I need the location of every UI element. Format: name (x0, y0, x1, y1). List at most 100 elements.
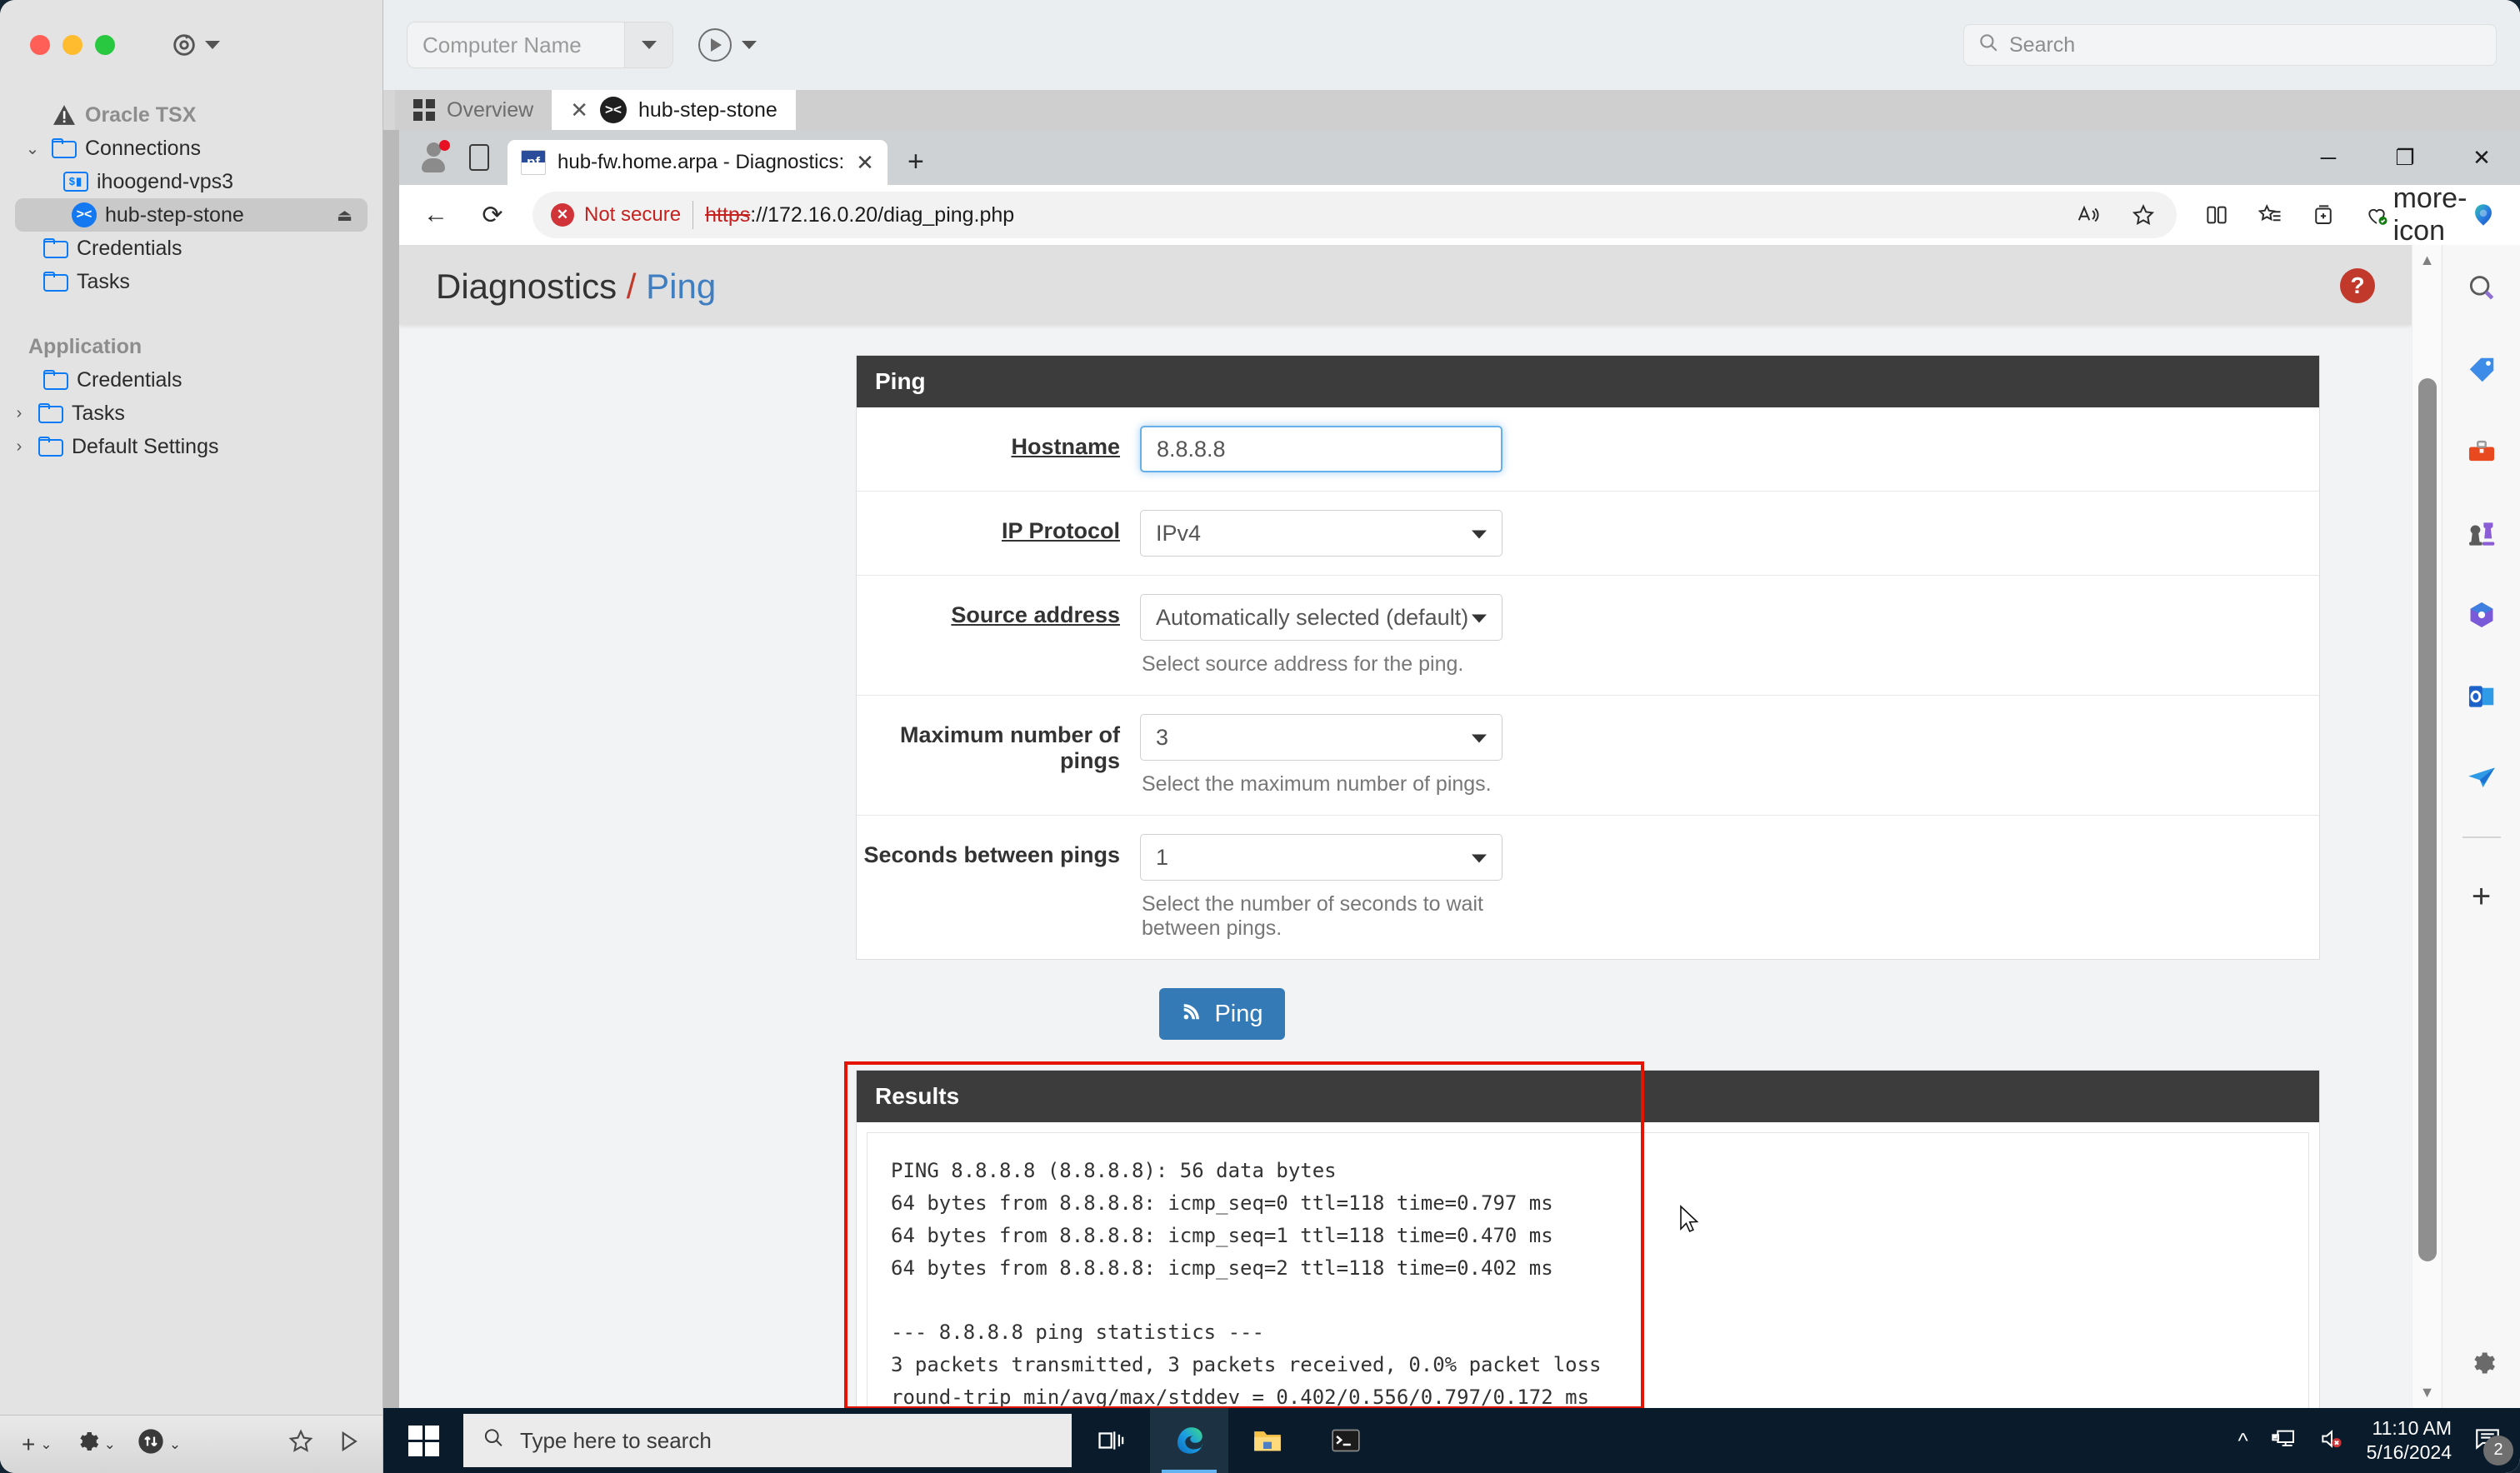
seconds-between-select[interactable]: 1 (1140, 834, 1502, 881)
chevron-down-icon[interactable]: ⌄ (22, 138, 43, 159)
clock-date: 5/16/2024 (2367, 1441, 2452, 1465)
favorites-list-icon[interactable] (2245, 190, 2295, 240)
chevron-right-icon[interactable]: › (8, 437, 30, 457)
taskbar-terminal-button[interactable] (1307, 1408, 1385, 1473)
profile-area[interactable] (408, 130, 508, 185)
page-scrollbar[interactable]: ▲ ▼ (2412, 245, 2442, 1408)
sidebar-item-application-credentials[interactable]: Credentials (0, 363, 382, 397)
favorite-button[interactable] (288, 1428, 314, 1461)
quick-connect-button[interactable] (698, 28, 757, 62)
network-icon[interactable] (2270, 1426, 2297, 1456)
send-icon[interactable] (2458, 755, 2505, 801)
zoom-window-button[interactable] (95, 35, 115, 55)
start-button[interactable] (383, 1408, 463, 1473)
scrollbar-thumb[interactable] (2418, 378, 2437, 1261)
back-button[interactable]: ← (411, 190, 461, 240)
sidebar-item-ihoogend-vps3[interactable]: $▮ ihoogend-vps3 (0, 165, 382, 198)
tab-overview[interactable]: Overview (395, 90, 552, 130)
search-input[interactable]: Search (1963, 24, 2497, 66)
close-icon[interactable]: ✕ (856, 150, 874, 176)
read-aloud-icon[interactable] (2063, 190, 2113, 240)
window-body: Oracle TSX ⌄ Connections $▮ ihoogend-vps… (0, 0, 2520, 1473)
add-icon[interactable]: + (2458, 873, 2505, 920)
security-status[interactable]: ✕ Not secure (551, 203, 681, 227)
search-icon[interactable] (2458, 265, 2505, 312)
browser-viewport: ? Diagnostics / Ping Ping Hostname (399, 245, 2520, 1408)
sidebar-item-connections-credentials[interactable]: Credentials (0, 232, 382, 265)
address-bar[interactable]: ✕ Not secure https://172.16.0.20/diag_pi… (532, 192, 2177, 238)
task-view-button[interactable] (1072, 1408, 1150, 1473)
new-tab-button[interactable]: + (888, 146, 944, 185)
shopping-tag-icon[interactable] (2458, 347, 2505, 393)
outlook-icon[interactable] (2458, 673, 2505, 720)
avatar[interactable] (419, 142, 448, 172)
notification-center-button[interactable]: 2 (2473, 1425, 2502, 1457)
royal-tsx-window: Oracle TSX ⌄ Connections $▮ ihoogend-vps… (0, 0, 2520, 1473)
close-icon[interactable]: ✕ (570, 97, 588, 123)
maximize-button[interactable]: ❐ (2367, 130, 2443, 185)
sidebar-item-label: hub-step-stone (105, 203, 244, 227)
chevron-right-icon[interactable]: › (8, 404, 30, 423)
eject-icon[interactable]: ⏏ (337, 205, 352, 226)
collections-icon[interactable] (2298, 190, 2348, 240)
ping-button[interactable]: Ping (1159, 988, 1284, 1040)
taskbar-search-input[interactable]: Type here to search (463, 1414, 1072, 1467)
settings-button[interactable]: ⌄ (74, 1429, 116, 1460)
url-text[interactable]: https://172.16.0.20/diag_ping.php (705, 203, 1014, 227)
chevron-down-icon[interactable]: ⌄ (104, 1436, 116, 1453)
max-pings-select[interactable]: 3 (1140, 714, 1502, 761)
tree-root-oracle-tsx[interactable]: Oracle TSX (0, 98, 382, 132)
taskbar-edge-button[interactable] (1150, 1408, 1228, 1473)
chevron-down-icon[interactable] (205, 41, 220, 49)
tools-icon[interactable] (2458, 428, 2505, 475)
tab-actions-icon[interactable] (469, 144, 489, 171)
games-icon[interactable] (2458, 510, 2505, 557)
sidebar-item-default-settings[interactable]: › Default Settings (0, 430, 382, 463)
refresh-button[interactable]: ⟳ (468, 190, 518, 240)
connect-icon[interactable] (170, 31, 220, 59)
source-address-select[interactable]: Automatically selected (default) (1140, 594, 1502, 641)
source-address-value: Automatically selected (default) (1156, 605, 1468, 631)
help-icon[interactable]: ? (2340, 268, 2375, 303)
results-area: Results PING 8.8.8.8 (8.8.8.8): 56 data … (856, 1070, 2320, 1408)
play-icon[interactable] (698, 28, 732, 62)
taskbar-file-explorer-button[interactable] (1228, 1408, 1307, 1473)
browser-tab[interactable]: pf hub-fw.home.arpa - Diagnostics: ✕ (508, 140, 888, 185)
close-window-button[interactable] (30, 35, 50, 55)
scroll-down-arrow[interactable]: ▼ (2420, 1384, 2435, 1401)
sidebar-item-connections-tasks[interactable]: Tasks (0, 265, 382, 298)
tray-overflow-button[interactable]: ^ (2238, 1428, 2248, 1454)
seconds-between-help: Select the number of seconds to wait bet… (1140, 881, 1502, 941)
chevron-down-icon (1472, 855, 1487, 863)
sidebar-item-hub-step-stone[interactable]: >< hub-step-stone ⏏ (15, 198, 368, 232)
run-button[interactable] (336, 1429, 361, 1460)
tab-hub-step-stone[interactable]: ✕ >< hub-step-stone (552, 90, 796, 130)
add-connection-button[interactable]: + ⌄ (22, 1431, 52, 1458)
sidebar-settings-icon[interactable] (2458, 1340, 2505, 1386)
scroll-up-arrow[interactable]: ▲ (2420, 252, 2435, 269)
sidebar-item-application-tasks[interactable]: › Tasks (0, 397, 382, 430)
computer-name-input[interactable]: Computer Name (408, 32, 624, 58)
grid-icon (413, 99, 435, 121)
more-icon[interactable]: more-icon (2405, 190, 2455, 240)
chevron-down-icon[interactable]: ⌄ (169, 1436, 181, 1453)
divider (692, 201, 693, 229)
split-screen-icon[interactable] (2192, 190, 2242, 240)
minimize-button[interactable]: ─ (2290, 130, 2367, 185)
chevron-down-icon[interactable] (742, 41, 757, 49)
chevron-down-icon[interactable]: ⌄ (40, 1436, 52, 1453)
hostname-input[interactable]: 8.8.8.8 (1140, 426, 1502, 472)
clock[interactable]: 11:10 AM 5/16/2024 (2367, 1416, 2452, 1464)
close-button[interactable]: ✕ (2443, 130, 2520, 185)
volume-muted-icon[interactable] (2318, 1426, 2345, 1456)
star-icon[interactable] (2118, 190, 2168, 240)
ip-protocol-select[interactable]: IPv4 (1140, 510, 1502, 557)
copilot-icon[interactable] (2458, 190, 2508, 240)
tree-group-connections[interactable]: ⌄ Connections (0, 132, 382, 165)
minimize-window-button[interactable] (62, 35, 82, 55)
chevron-down-icon[interactable] (624, 22, 672, 67)
transfer-button[interactable]: ⌄ (138, 1428, 181, 1461)
designer-icon[interactable] (2458, 592, 2505, 638)
computer-name-combobox[interactable]: Computer Name (407, 22, 673, 68)
ping-button-row: Ping (399, 988, 2412, 1040)
